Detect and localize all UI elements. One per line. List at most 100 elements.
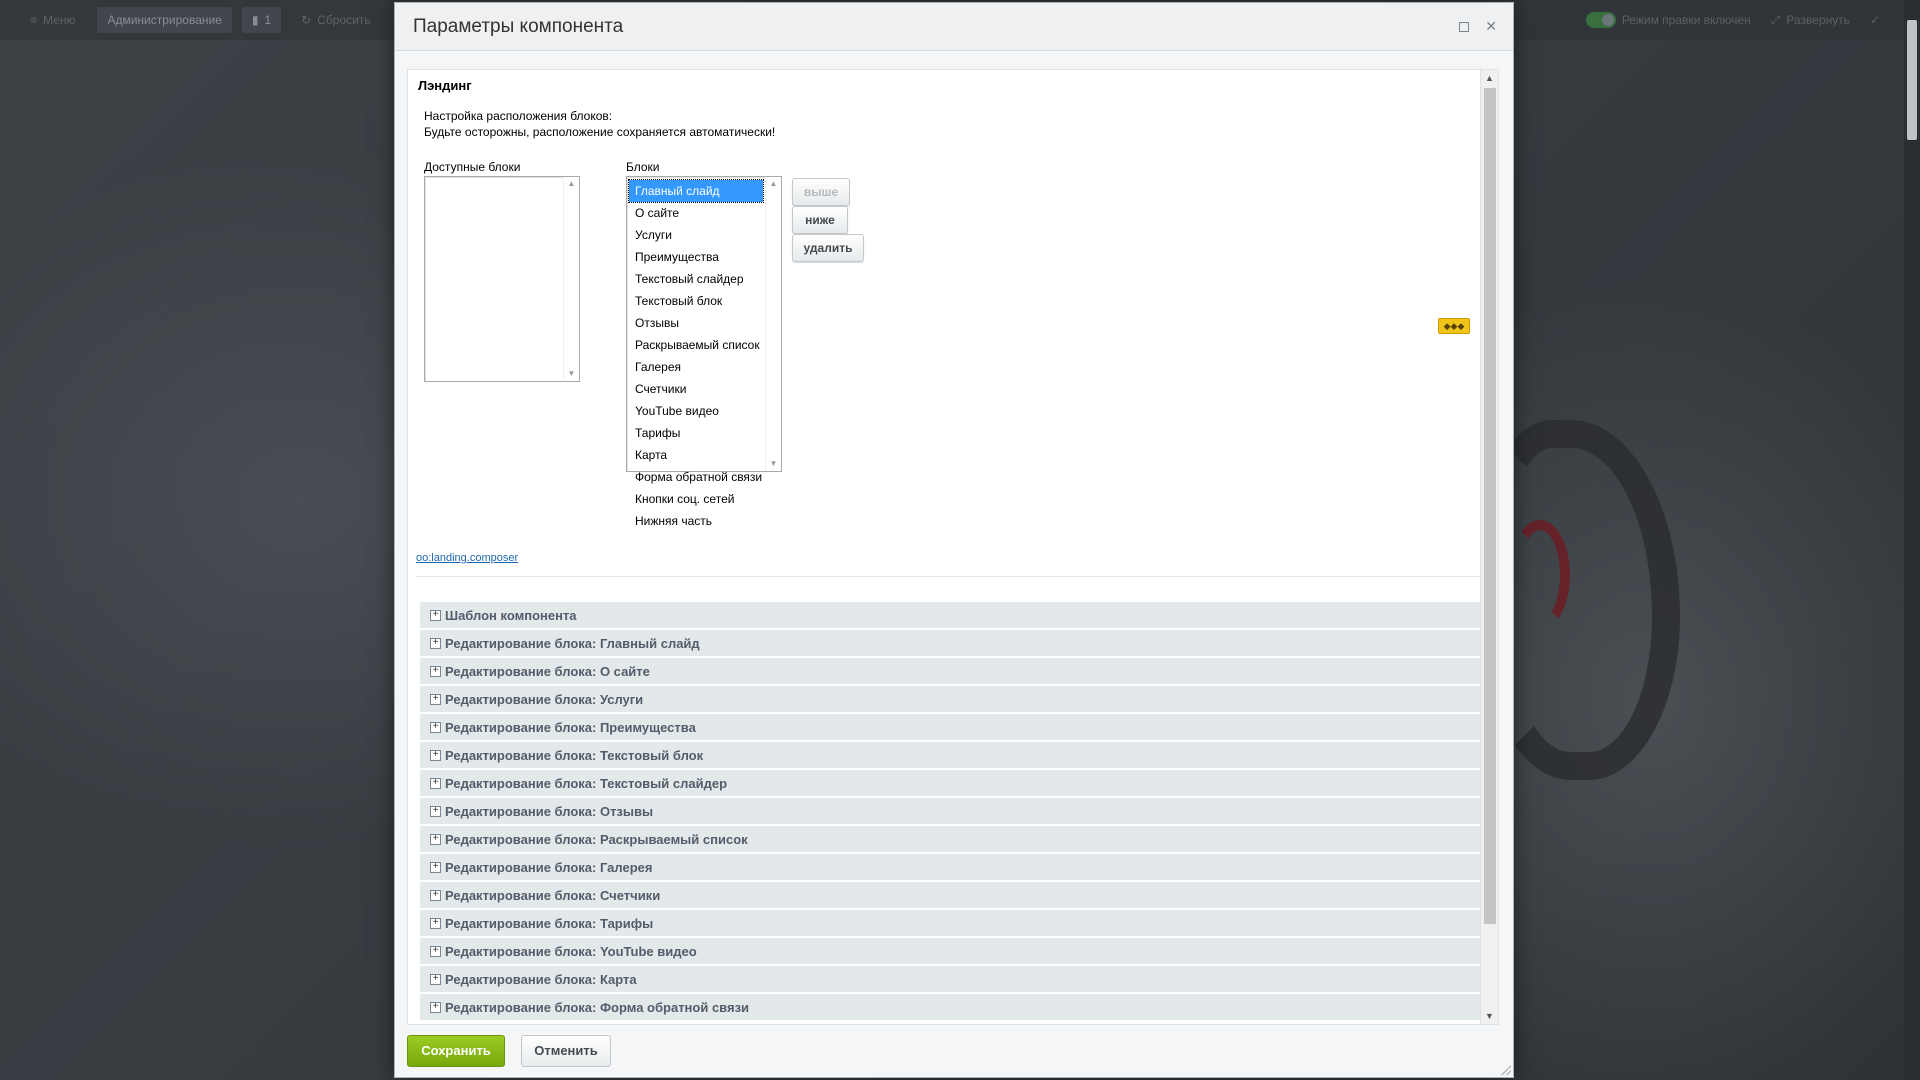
parameter-group-header[interactable]: + Редактирование блока: YouTube видео: [420, 938, 1480, 964]
expand-plus-icon[interactable]: +: [430, 833, 441, 845]
expand-plus-icon[interactable]: +: [430, 665, 441, 677]
block-option[interactable]: Кнопки соц. сетей: [629, 488, 763, 510]
parameter-group-title: Редактирование блока: Галерея: [445, 859, 653, 875]
block-option[interactable]: Нижняя часть: [629, 510, 763, 532]
admin-button[interactable]: Администрирование: [97, 7, 232, 33]
parameter-group-header[interactable]: + Редактирование блока: Раскрываемый спис…: [420, 826, 1480, 852]
scroll-down-icon[interactable]: ▼: [564, 367, 579, 381]
dialog-header[interactable]: Параметры компонента ✕: [395, 3, 1513, 51]
parameter-group-title: Редактирование блока: Отзывы: [445, 803, 654, 819]
block-option[interactable]: Счетчики: [629, 378, 763, 400]
expand-button[interactable]: ⤢ Развернуть: [1771, 13, 1850, 28]
parameter-group-title: Редактирование блока: Тарифы: [445, 915, 654, 931]
block-option[interactable]: Текстовый слайдер: [629, 268, 763, 290]
component-edit-icon[interactable]: ◆◆◆: [1438, 318, 1470, 334]
parameter-group-title: Редактирование блока: Форма обратной свя…: [445, 999, 750, 1015]
scroll-up-icon[interactable]: ▲: [564, 177, 579, 191]
parameter-group-header[interactable]: + Редактирование блока: Галерея: [420, 854, 1480, 880]
divider: [416, 576, 1482, 577]
available-blocks-list[interactable]: ▲ ▼: [424, 176, 580, 382]
move-down-button[interactable]: ниже: [792, 206, 848, 234]
parameter-group-title: Редактирование блока: Услуги: [445, 691, 644, 707]
block-option[interactable]: Текстовый блок: [629, 290, 763, 312]
blocks-label: Блоки: [626, 160, 660, 174]
block-option[interactable]: Форма обратной связи: [629, 466, 763, 488]
scroll-down-icon[interactable]: ▼: [1481, 1008, 1498, 1024]
component-params-dialog: Параметры компонента ✕ Лэндинг Настройка…: [394, 2, 1514, 1078]
layout-note: Настройка расположения блоков: Будьте ос…: [424, 108, 775, 140]
reset-button[interactable]: ↻ Сбросить: [291, 7, 380, 33]
parameter-group-header[interactable]: + Редактирование блока: Форма обратной св…: [420, 994, 1480, 1020]
parameter-group-header[interactable]: + Редактирование блока: Карта: [420, 966, 1480, 992]
block-option[interactable]: Преимущества: [629, 246, 763, 268]
parameter-group-header[interactable]: + Редактирование блока: Текстовый блок: [420, 742, 1480, 768]
page-scrollbar-thumb[interactable]: [1907, 20, 1917, 140]
component-link[interactable]: oo:landing.composer: [416, 552, 518, 564]
parameter-group-header[interactable]: + Редактирование блока: Услуги: [420, 686, 1480, 712]
menu-label: Меню: [43, 13, 76, 27]
expand-plus-icon[interactable]: +: [430, 721, 441, 733]
parameter-group-title: Редактирование блока: Карта: [445, 971, 637, 987]
delete-button[interactable]: удалить: [792, 234, 864, 262]
block-option[interactable]: Отзывы: [629, 312, 763, 334]
expand-plus-icon[interactable]: +: [430, 945, 441, 957]
edit-mode-toggle[interactable]: Режим правки включен: [1585, 12, 1751, 28]
parameter-group-header[interactable]: + Редактирование блока: Текстовый слайдер: [420, 770, 1480, 796]
page-scrollbar[interactable]: [1904, 0, 1920, 1080]
dialog-title: Параметры компонента: [413, 15, 624, 37]
parameter-group-header[interactable]: + Редактирование блока: О сайте: [420, 658, 1480, 684]
block-option[interactable]: О сайте: [629, 202, 763, 224]
note-line-1: Настройка расположения блоков:: [424, 109, 613, 123]
parameter-group-header[interactable]: + Редактирование блока: Счетчики: [420, 882, 1480, 908]
comments-button[interactable]: ▮ 1: [241, 7, 282, 33]
scroll-down-icon[interactable]: ▼: [766, 457, 781, 471]
scroll-up-icon[interactable]: ▲: [766, 177, 781, 191]
blocks-list[interactable]: Главный слайд О сайте Услуги Преимущества Те…: [626, 176, 782, 528]
expand-plus-icon[interactable]: +: [430, 637, 441, 649]
resize-handle-icon[interactable]: [1501, 1065, 1511, 1075]
block-option[interactable]: Раскрываемый список: [629, 334, 763, 356]
section-title: Лэндинг: [418, 78, 472, 93]
check-icon[interactable]: ✓: [1870, 13, 1880, 27]
expand-plus-icon[interactable]: +: [430, 805, 441, 817]
blocks-list-scrollbar[interactable]: ▲ ▼: [765, 177, 781, 471]
expand-plus-icon[interactable]: +: [430, 609, 441, 621]
expand-plus-icon[interactable]: +: [430, 749, 441, 761]
block-option[interactable]: YouTube видео: [629, 400, 763, 422]
move-up-button[interactable]: выше: [792, 178, 850, 206]
background-car-light: [1510, 520, 1570, 630]
parameter-group-title: Редактирование блока: Текстовый блок: [445, 747, 704, 763]
parameter-group-title: Редактирование блока: Текстовый слайдер: [445, 775, 728, 791]
available-list-scrollbar[interactable]: ▲ ▼: [563, 177, 579, 381]
comments-count: 1: [264, 13, 272, 27]
save-button[interactable]: Сохранить: [407, 1035, 505, 1067]
block-option[interactable]: Услуги: [629, 224, 763, 246]
scroll-up-icon[interactable]: ▲: [1481, 70, 1498, 86]
expand-plus-icon[interactable]: +: [430, 693, 441, 705]
dialog-scrollbar-thumb[interactable]: [1484, 88, 1496, 924]
maximize-icon[interactable]: [1459, 21, 1470, 32]
parameter-group-title: Редактирование блока: О сайте: [445, 663, 650, 679]
block-option[interactable]: Тарифы: [629, 422, 763, 444]
block-option[interactable]: Галерея: [629, 356, 763, 378]
parameter-group-header[interactable]: + Редактирование блока: Главный слайд: [420, 630, 1480, 656]
parameter-group-header[interactable]: + Редактирование блока: Тарифы: [420, 910, 1480, 936]
block-option[interactable]: Карта: [629, 444, 763, 466]
parameter-group-header[interactable]: + Редактирование блока: Отзывы: [420, 798, 1480, 824]
menu-button[interactable]: ≡ Меню: [20, 7, 85, 33]
close-icon[interactable]: ✕: [1485, 18, 1497, 35]
block-option[interactable]: Главный слайд: [628, 179, 764, 203]
expand-plus-icon[interactable]: +: [430, 973, 441, 985]
parameter-group-header[interactable]: + Редактирование блока: Преимущества: [420, 714, 1480, 740]
expand-plus-icon[interactable]: +: [430, 917, 441, 929]
parameter-group-title: Редактирование блока: Преимущества: [445, 719, 696, 735]
available-blocks-label: Доступные блоки: [424, 160, 521, 174]
note-line-2: Будьте осторожны, расположение сохраняет…: [424, 125, 776, 139]
expand-plus-icon[interactable]: +: [430, 889, 441, 901]
cancel-button[interactable]: Отменить: [521, 1035, 611, 1067]
expand-plus-icon[interactable]: +: [430, 1001, 441, 1013]
dialog-scrollbar[interactable]: ▲ ▼: [1480, 70, 1498, 1024]
parameter-group-header[interactable]: + Шаблон компонента: [420, 602, 1480, 628]
expand-plus-icon[interactable]: +: [430, 861, 441, 873]
expand-plus-icon[interactable]: +: [430, 777, 441, 789]
